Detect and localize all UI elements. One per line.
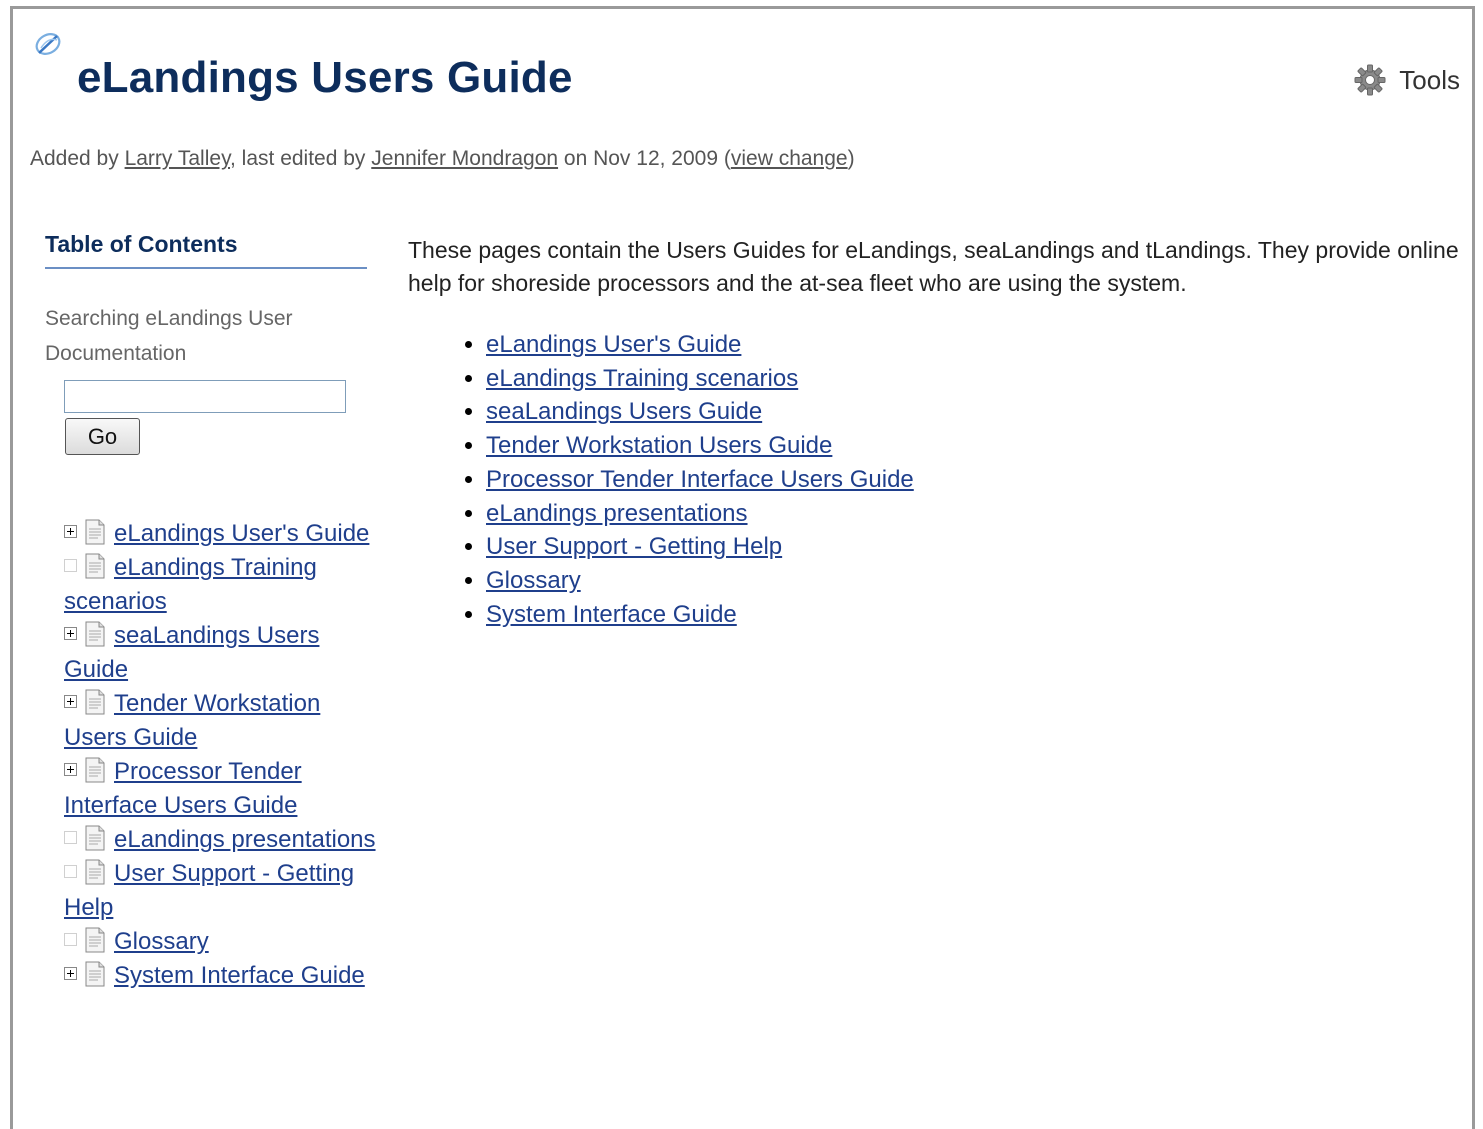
added-by-prefix: Added by (30, 147, 125, 170)
edit-date: on Nov 12, 2009 ( (558, 147, 731, 170)
tree-link-elandings-users-guide[interactable]: eLandings User's Guide (114, 520, 369, 547)
document-icon (85, 553, 105, 579)
list-item: seaLandings Users Guide (486, 395, 1473, 429)
leaf-box-icon (64, 933, 77, 947)
gear-icon (1354, 64, 1386, 96)
guide-link-list: eLandings User's Guide eLandings Trainin… (464, 328, 1473, 631)
sidebar: Table of Contents Searching eLandings Us… (45, 231, 376, 993)
search-label: Searching eLandings User Documentation (45, 307, 293, 365)
leaf-box-icon (64, 865, 77, 879)
document-icon (85, 825, 105, 851)
link-presentations[interactable]: eLandings presentations (486, 500, 748, 527)
view-change-link[interactable]: view change (731, 147, 848, 170)
tree-item: Processor Tender Interface Users Guide (64, 755, 384, 823)
document-icon (85, 961, 105, 987)
tree-item: Tender Workstation Users Guide (64, 687, 384, 755)
expand-plus-icon[interactable] (64, 763, 77, 777)
tree-link-presentations[interactable]: eLandings presentations (114, 826, 376, 853)
page-frame: eLandings Users Guide Tools Added by Lar… (10, 6, 1475, 1129)
link-training-scenarios[interactable]: eLandings Training scenarios (486, 365, 798, 392)
toc-tree: eLandings User's Guide eLandings Trainin… (64, 517, 384, 993)
list-item: Glossary (486, 564, 1473, 598)
edited-by-prefix: , last edited by (230, 147, 372, 170)
tree-link-system-interface-guide[interactable]: System Interface Guide (114, 962, 365, 989)
author-link[interactable]: Larry Talley (125, 147, 230, 170)
expand-plus-icon[interactable] (64, 695, 77, 709)
tree-item: eLandings Training scenarios (64, 551, 384, 619)
leaf-box-icon (64, 559, 77, 573)
leaf-box-icon (64, 831, 77, 845)
expand-plus-icon[interactable] (64, 525, 77, 539)
link-elandings-users-guide[interactable]: eLandings User's Guide (486, 331, 741, 358)
link-sealandings-users-guide[interactable]: seaLandings Users Guide (486, 398, 762, 425)
byline-close-paren: ) (847, 147, 855, 170)
list-item: Processor Tender Interface Users Guide (486, 463, 1473, 497)
go-button[interactable]: Go (65, 418, 140, 455)
page-logo-icon (35, 33, 61, 55)
editor-link[interactable]: Jennifer Mondragon (371, 147, 558, 170)
tree-item: seaLandings Users Guide (64, 619, 384, 687)
list-item: eLandings Training scenarios (486, 362, 1473, 396)
link-system-interface-guide[interactable]: System Interface Guide (486, 601, 737, 628)
tree-item: System Interface Guide (64, 959, 384, 993)
document-icon (85, 859, 105, 885)
link-tender-workstation[interactable]: Tender Workstation Users Guide (486, 432, 832, 459)
page-byline: Added by Larry Talley, last edited by Je… (30, 147, 855, 171)
toc-title: Table of Contents (45, 231, 367, 269)
intro-paragraph: These pages contain the Users Guides for… (408, 237, 1459, 296)
tree-item: eLandings User's Guide (64, 517, 384, 551)
list-item: System Interface Guide (486, 598, 1473, 632)
tree-link-user-support[interactable]: User Support - Getting Help (64, 860, 354, 921)
document-icon (85, 519, 105, 545)
document-icon (85, 757, 105, 783)
link-glossary[interactable]: Glossary (486, 567, 581, 594)
document-icon (85, 689, 105, 715)
tree-item: Glossary (64, 925, 384, 959)
tree-item: eLandings presentations (64, 823, 384, 857)
tree-link-glossary[interactable]: Glossary (114, 928, 209, 955)
list-item: eLandings User's Guide (486, 328, 1473, 362)
document-icon (85, 621, 105, 647)
list-item: Tender Workstation Users Guide (486, 429, 1473, 463)
tools-menu[interactable]: Tools (1353, 63, 1460, 97)
tree-item: User Support - Getting Help (64, 857, 384, 925)
link-processor-tender-interface[interactable]: Processor Tender Interface Users Guide (486, 466, 914, 493)
link-user-support[interactable]: User Support - Getting Help (486, 533, 782, 560)
page-title: eLandings Users Guide (77, 53, 573, 102)
list-item: User Support - Getting Help (486, 530, 1473, 564)
list-item: eLandings presentations (486, 497, 1473, 531)
expand-plus-icon[interactable] (64, 627, 77, 641)
tools-label: Tools (1399, 64, 1460, 95)
search-input[interactable] (64, 380, 346, 413)
expand-plus-icon[interactable] (64, 967, 77, 981)
main-content: These pages contain the Users Guides for… (408, 234, 1473, 631)
document-icon (85, 927, 105, 953)
